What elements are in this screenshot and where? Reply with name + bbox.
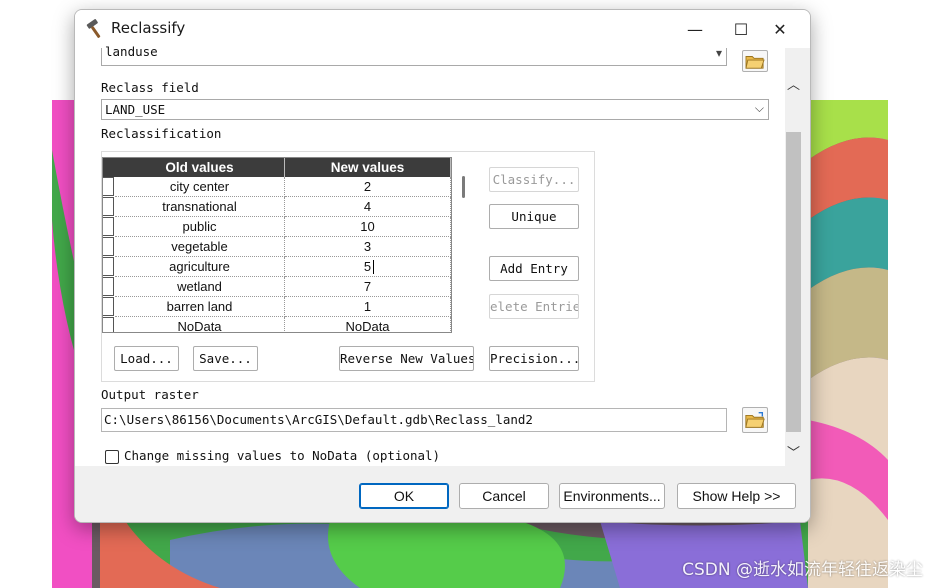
output-raster-input[interactable]: C:\Users\86156\Documents\ArcGIS\Default.… [101,408,727,432]
row-selector[interactable] [103,317,114,332]
old-value-cell[interactable]: city center [115,177,285,197]
folder-open-icon [745,56,765,69]
save-button[interactable]: Save... [193,346,258,371]
new-value-cell[interactable]: 3 [285,237,451,257]
table-row[interactable]: transnational 4 [103,197,451,217]
reclass-field-label: Reclass field [101,80,199,95]
scroll-up-icon[interactable]: ︿ [785,74,802,93]
row-selector[interactable] [103,217,114,236]
new-value-cell[interactable]: 10 [285,217,451,237]
dialog-client: landuse ▾ Reclass field LAND_USE ⌵ Recla… [75,44,810,522]
output-raster-value: C:\Users\86156\Documents\ArcGIS\Default.… [104,412,533,427]
row-selector[interactable] [103,237,114,256]
reverse-new-values-button[interactable]: Reverse New Values [339,346,474,371]
input-raster-combo[interactable]: landuse ▾ [101,44,727,66]
unique-button[interactable]: Unique [489,204,579,229]
classify-button[interactable]: Classify... [489,167,579,192]
scroll-down-icon[interactable]: ﹀ [785,442,802,461]
minimize-button[interactable]: — [672,10,718,48]
minimize-icon: — [687,19,703,39]
maximize-icon: ☐ [733,19,749,39]
load-button[interactable]: Load... [114,346,179,371]
table-row[interactable]: barren land 1 [103,297,451,317]
hammer-icon [86,19,101,38]
reclassify-dialog: Reclassify — ☐ ✕ landuse ▾ Reclass field… [74,9,811,523]
cancel-button[interactable]: Cancel [459,483,549,509]
reclass-table[interactable]: Old values New values city center 2 tran… [102,157,452,333]
old-value-cell[interactable]: transnational [115,197,285,217]
input-raster-browse-button[interactable] [742,50,768,72]
reclassification-group: Old values New values city center 2 tran… [101,151,595,382]
show-help-button[interactable]: Show Help >> [677,483,796,509]
table-row[interactable]: city center 2 [103,177,451,197]
new-value-cell[interactable]: 1 [285,297,451,317]
scrollbar-thumb[interactable] [786,132,801,432]
input-raster-value: landuse [105,44,158,59]
dropdown-arrow-icon: ▾ [715,46,722,60]
table-row[interactable]: NoData NoData [103,317,451,332]
old-value-cell[interactable]: agriculture [115,257,285,277]
row-selector[interactable] [103,277,114,296]
old-value-cell[interactable]: barren land [115,297,285,317]
new-value-cell[interactable]: 4 [285,197,451,217]
output-raster-label: Output raster [101,387,199,402]
chevron-down-icon: ⌵ [754,101,764,115]
new-value-cell[interactable]: NoData [285,317,451,332]
row-selector[interactable] [103,197,114,216]
parameters-panel: landuse ▾ Reclass field LAND_USE ⌵ Recla… [75,44,785,466]
change-missing-label: Change missing values to NoData (optiona… [124,448,441,463]
column-header-new-values[interactable]: New values [285,158,451,177]
panel-scrollbar[interactable]: ︿ ﹀ [785,70,802,466]
output-raster-browse-button[interactable] [742,407,768,433]
table-row[interactable]: wetland 7 [103,277,451,297]
watermark-text: CSDN @逝水如流年轻往返染尘 [682,560,923,580]
ok-button[interactable]: OK [359,483,449,509]
old-value-cell[interactable]: vegetable [115,237,285,257]
delete-entries-button[interactable]: elete Entrie [489,294,579,319]
environments-button[interactable]: Environments... [559,483,665,509]
precision-button[interactable]: Precision... [489,346,579,371]
title-bar: Reclassify — ☐ ✕ [75,10,810,48]
table-corner [103,158,115,177]
close-button[interactable]: ✕ [757,10,803,48]
table-scroll-thumb[interactable] [462,176,465,198]
reclass-field-combo[interactable]: LAND_USE ⌵ [101,99,769,120]
row-selector[interactable] [103,257,114,276]
old-value-cell[interactable]: NoData [115,317,285,332]
table-row[interactable]: agriculture 5 [103,257,451,277]
new-value-cell[interactable]: 2 [285,177,451,197]
table-row[interactable]: public 10 [103,217,451,237]
old-value-cell[interactable]: wetland [115,277,285,297]
window-title: Reclassify [111,19,186,37]
change-missing-checkbox[interactable] [105,450,119,464]
reclass-field-value: LAND_USE [105,102,166,117]
column-header-old-values[interactable]: Old values [115,158,285,177]
row-selector[interactable] [103,177,114,196]
reclassification-label: Reclassification [101,126,222,141]
row-selector[interactable] [103,297,114,316]
text-cursor [373,260,374,274]
folder-open-icon [745,411,765,428]
old-value-cell[interactable]: public [115,217,285,237]
close-icon: ✕ [773,19,787,39]
new-value-cell-editing[interactable]: 5 [285,257,451,277]
add-entry-button[interactable]: Add Entry [489,256,579,281]
table-row[interactable]: vegetable 3 [103,237,451,257]
new-value-cell[interactable]: 7 [285,277,451,297]
